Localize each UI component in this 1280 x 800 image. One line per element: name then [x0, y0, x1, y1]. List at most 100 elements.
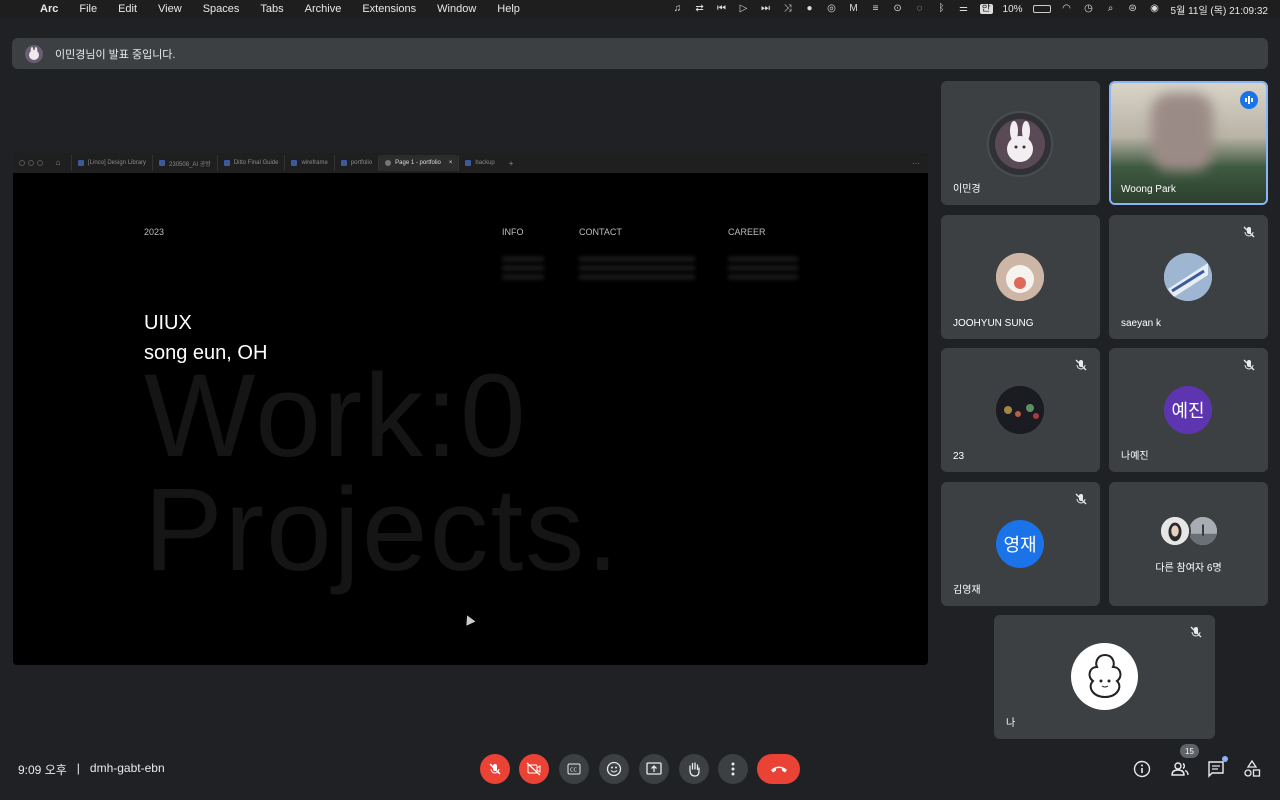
participant-name: Woong Park [1121, 184, 1176, 195]
shared-tab-label: wireframe [301, 160, 328, 166]
play-icon [385, 160, 392, 166]
camera-record-icon[interactable]: ● [804, 4, 816, 14]
participant-tile[interactable]: JOOHYUN SUNG [941, 215, 1100, 339]
shared-tab-active: Page 1 - portfolio × [378, 155, 459, 171]
avatar [996, 253, 1044, 301]
svg-text:CC: CC [570, 768, 577, 774]
mic-toggle-button[interactable] [480, 754, 510, 784]
shapes-icon [1244, 760, 1261, 777]
menu-view[interactable]: View [158, 3, 182, 15]
meeting-details-button[interactable] [1132, 759, 1152, 779]
shared-tab-label: backup [475, 160, 495, 166]
self-tile[interactable]: 나 [994, 615, 1215, 739]
wifi-icon[interactable]: ◠ [1061, 4, 1073, 14]
music-icon[interactable]: ♫ [672, 4, 684, 14]
reactions-button[interactable] [599, 754, 629, 784]
mic-off-icon [1242, 358, 1256, 372]
camera-off-icon [526, 762, 541, 776]
menu-window[interactable]: Window [437, 3, 476, 15]
presenting-text: 이민경님이 발표 중입니다. [55, 48, 176, 61]
macos-menubar: Arc File Edit View Spaces Tabs Archive E… [0, 0, 1280, 18]
shared-tab: portfolio [333, 155, 378, 171]
chat-icon [1208, 761, 1224, 778]
menubar-datetime: 5월 11일 (목) 21:09:32 [1170, 5, 1268, 17]
stack-icon[interactable]: ≡ [870, 4, 882, 14]
menu-spaces[interactable]: Spaces [203, 3, 240, 15]
shared-tab-label: 230508_AI 공방 [169, 161, 211, 168]
menu-edit[interactable]: Edit [118, 3, 137, 15]
shuffle-icon[interactable]: ⤨ [782, 4, 794, 14]
participant-name: 23 [953, 451, 965, 462]
participant-tile[interactable]: 이민경 [941, 81, 1100, 205]
participant-name: 김영재 [953, 585, 981, 596]
shared-tab: Ditto Final Guide [216, 155, 285, 171]
next-track-icon[interactable]: ⏭ [760, 4, 772, 14]
close-icon: × [448, 160, 453, 166]
creative-cloud-icon[interactable]: ◎ [826, 4, 838, 14]
audio-wave-icon [1245, 96, 1253, 104]
chat-button[interactable] [1206, 756, 1228, 779]
people-button[interactable] [1170, 759, 1190, 779]
menu-extensions[interactable]: Extensions [362, 3, 416, 15]
other-participants-label: 다른 참여자 6명 [1155, 563, 1222, 574]
new-tab-icon: + [508, 158, 514, 168]
captions-button[interactable]: CC [559, 754, 589, 784]
people-count-badge: 15 [1180, 744, 1199, 758]
avatar [987, 111, 1053, 177]
participant-tile-active-speaker[interactable]: Woong Park [1109, 81, 1268, 205]
raise-hand-button[interactable] [679, 754, 709, 784]
airdrop-icon[interactable]: ◌ [914, 4, 926, 14]
shared-tab-label: [Linco] Design Library [88, 160, 147, 166]
people-icon [1171, 762, 1189, 776]
menu-file[interactable]: File [79, 3, 97, 15]
repeat-icon[interactable]: ⇄ [694, 4, 706, 14]
clock-icon[interactable]: ◷ [1083, 4, 1095, 14]
control-center-icon[interactable]: ⊜ [1127, 4, 1139, 14]
control-icon[interactable]: ⚌ [958, 4, 970, 14]
siri-icon[interactable]: ◉ [1149, 4, 1161, 14]
ime-icon[interactable]: 한 [979, 4, 993, 14]
shared-tab-label: Ditto Final Guide [233, 160, 279, 166]
figma-file-icon [159, 160, 166, 166]
blurred-contact [579, 257, 695, 281]
play-circle-icon[interactable]: ⊙ [892, 4, 904, 14]
battery-icon[interactable] [1032, 5, 1051, 13]
present-screen-button[interactable] [639, 754, 669, 784]
avatar [1187, 515, 1219, 547]
participant-tile[interactable]: 영재 김영재 [941, 482, 1100, 606]
slide-nav-info: INFO [502, 227, 524, 237]
shared-screen[interactable]: ⌂ [Linco] Design Library 230508_AI 공방 Di… [13, 153, 928, 665]
participant-tile[interactable]: saeyan k [1109, 215, 1268, 339]
cursor-icon [462, 613, 476, 626]
blurred-face [1151, 93, 1213, 171]
more-options-button[interactable] [718, 754, 748, 784]
other-participants-tile[interactable]: 다른 참여자 6명 [1109, 482, 1268, 606]
chat-notification-dot [1222, 756, 1228, 762]
bluetooth-icon[interactable]: ᛒ [936, 4, 948, 14]
figma-file-icon [223, 160, 230, 166]
menu-archive[interactable]: Archive [305, 3, 342, 15]
menu-app[interactable]: Arc [40, 3, 58, 15]
battery-text: 10% [1002, 3, 1023, 15]
shared-browser-tabs: ⌂ [Linco] Design Library 230508_AI 공방 Di… [13, 153, 928, 173]
blurred-career [728, 257, 798, 281]
leave-call-button[interactable] [757, 754, 800, 784]
participant-tile[interactable]: 23 [941, 348, 1100, 472]
mic-off-icon [1242, 225, 1256, 239]
menubar-status: ♫ ⇄ ⏮ ▷ ⏭ ⤨ ● ◎ M ≡ ⊙ ◌ ᛒ ⚌ 한 10% ◠ ◷ ⌕ … [672, 0, 1268, 18]
info-icon [1133, 760, 1151, 778]
search-icon[interactable]: ⌕ [1105, 4, 1117, 14]
activities-button[interactable] [1242, 759, 1262, 779]
prev-track-icon[interactable]: ⏮ [716, 4, 728, 14]
avatar [1164, 253, 1212, 301]
play-icon[interactable]: ▷ [738, 4, 750, 14]
menu-help[interactable]: Help [497, 3, 520, 15]
participant-tile[interactable]: 예진 나예진 [1109, 348, 1268, 472]
camera-toggle-button[interactable] [519, 754, 549, 784]
avatar [1159, 515, 1191, 547]
figma-file-icon [340, 160, 347, 166]
m-app-icon[interactable]: M [848, 4, 860, 14]
slide-year: 2023 [144, 227, 165, 237]
menu-tabs[interactable]: Tabs [260, 3, 283, 15]
speaking-indicator [1240, 91, 1258, 109]
